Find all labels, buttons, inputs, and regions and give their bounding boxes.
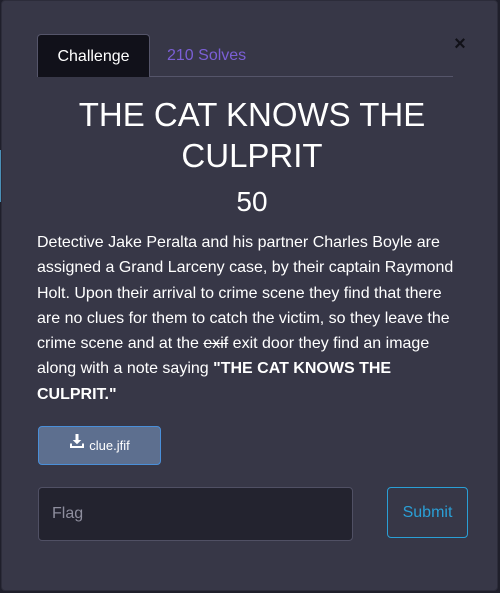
file-name-label: clue.jfif <box>89 438 130 453</box>
challenge-tabs: Challenge 210 Solves <box>37 34 453 77</box>
challenge-points: 50 <box>236 186 268 217</box>
challenge-modal: Challenge 210 Solves × THE CAT KNOWS THE… <box>1 0 498 591</box>
tab-challenge[interactable]: Challenge <box>37 34 150 77</box>
challenge-description: Detective Jake Peralta and his partner C… <box>37 230 469 407</box>
flag-input[interactable] <box>38 487 353 541</box>
tab-solves[interactable]: 210 Solves <box>167 34 246 77</box>
description-strikethrough: exif <box>203 335 229 353</box>
download-file-button[interactable]: clue.jfif <box>38 426 161 465</box>
challenge-title: THE CAT KNOWS THE CULPRIT <box>78 96 426 174</box>
close-icon[interactable]: × <box>451 33 469 55</box>
submit-button[interactable]: Submit <box>387 487 468 538</box>
download-icon <box>69 426 85 463</box>
